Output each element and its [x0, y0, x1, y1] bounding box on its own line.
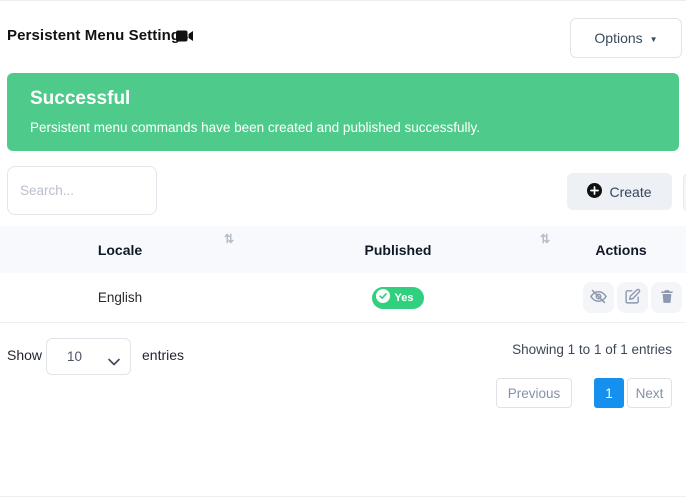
- entries-label: entries: [142, 347, 184, 363]
- sort-icon: ⇅: [540, 233, 550, 245]
- edit-button[interactable]: [617, 282, 648, 313]
- column-header-actions: Actions: [556, 226, 686, 273]
- page-size-select[interactable]: 10: [46, 338, 131, 375]
- persistent-menu-settings-page: Persistent Menu Settings Options ▼ Succe…: [0, 0, 686, 501]
- trash-icon: [659, 288, 675, 308]
- column-header-actions-label: Actions: [595, 242, 646, 258]
- options-button-label: Options: [594, 30, 642, 46]
- next-page-button[interactable]: Next: [627, 378, 672, 408]
- plus-circle-icon: [587, 183, 602, 201]
- search-input[interactable]: [7, 166, 157, 215]
- edit-pencil-icon: [624, 288, 641, 308]
- hide-button[interactable]: [583, 282, 614, 313]
- eye-slash-icon: [589, 287, 608, 309]
- locale-cell: English: [0, 290, 240, 305]
- previous-page-button[interactable]: Previous: [496, 378, 572, 408]
- options-button[interactable]: Options ▼: [570, 18, 682, 58]
- bottom-divider: [0, 496, 686, 497]
- success-alert: Successful Persistent menu commands have…: [7, 73, 679, 151]
- table-row: English Yes: [0, 273, 686, 323]
- create-button-label: Create: [609, 184, 651, 200]
- sort-icon: ⇅: [224, 233, 234, 245]
- table-header: Locale ⇅ Published ⇅ Actions: [0, 226, 686, 273]
- create-button[interactable]: Create: [567, 173, 672, 210]
- published-status-label: Yes: [395, 292, 414, 304]
- alert-title: Successful: [30, 86, 656, 112]
- delete-button[interactable]: [651, 282, 682, 313]
- published-cell: Yes: [240, 287, 556, 309]
- actions-cell: [556, 282, 686, 313]
- current-page-button[interactable]: 1: [594, 378, 624, 408]
- alert-message: Persistent menu commands have been creat…: [30, 120, 656, 135]
- video-camera-icon: [176, 29, 194, 48]
- show-label: Show: [7, 347, 42, 363]
- page-title: Persistent Menu Settings: [7, 27, 189, 44]
- column-header-published-label: Published: [365, 242, 432, 258]
- entries-summary: Showing 1 to 1 of 1 entries: [512, 342, 672, 357]
- column-header-published[interactable]: Published ⇅: [240, 226, 556, 273]
- column-header-locale[interactable]: Locale ⇅: [0, 226, 240, 273]
- check-circle-icon: [376, 289, 390, 306]
- column-header-locale-label: Locale: [98, 242, 142, 258]
- published-status-badge: Yes: [372, 287, 425, 309]
- caret-down-icon: ▼: [650, 35, 658, 44]
